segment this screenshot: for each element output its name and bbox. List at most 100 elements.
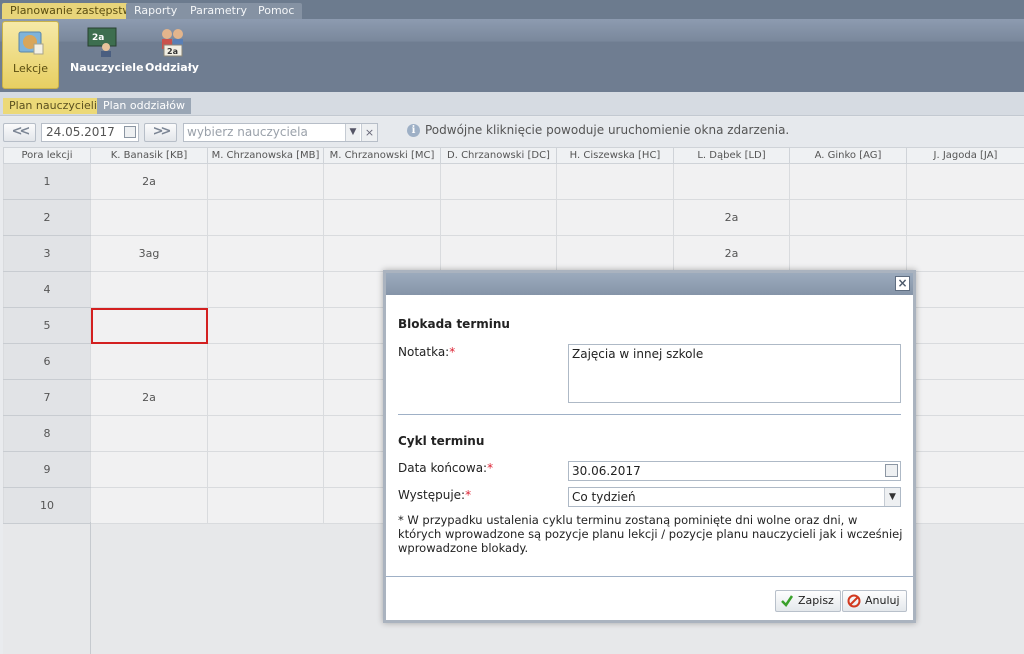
schedule-cell[interactable] [90, 271, 208, 308]
tab-plan-oddzialow[interactable]: Plan oddziałów [97, 98, 192, 114]
schedule-cell[interactable]: 3ag [90, 235, 208, 272]
schedule-cell[interactable] [207, 343, 324, 380]
lesson-period-cell: 5 [3, 307, 91, 344]
lesson-period-cell: 9 [3, 451, 91, 488]
schedule-cell[interactable] [440, 199, 557, 236]
block-section-title: Blokada terminu [398, 317, 510, 331]
chevron-down-icon[interactable]: ▼ [345, 124, 360, 141]
schedule-cell[interactable] [323, 199, 441, 236]
teachers-label: Nauczyciele [70, 61, 144, 74]
required-mark: * [449, 345, 456, 359]
column-header[interactable]: M. Chrzanowska [MB] [207, 147, 324, 164]
schedule-cell[interactable] [207, 271, 324, 308]
schedule-cell[interactable] [556, 163, 674, 200]
schedule-cell[interactable] [323, 163, 441, 200]
cancel-icon [847, 594, 861, 608]
dialog-header: × [386, 273, 913, 295]
schedule-cell[interactable] [556, 199, 674, 236]
schedule-cell[interactable] [440, 163, 557, 200]
schedule-cell[interactable] [90, 415, 208, 452]
schedule-cell[interactable] [90, 487, 208, 524]
schedule-cell[interactable] [556, 235, 674, 272]
schedule-cell[interactable] [90, 307, 208, 344]
previous-date-button[interactable]: << [3, 123, 36, 142]
calendar-icon[interactable] [124, 126, 136, 138]
close-icon[interactable]: × [895, 276, 910, 291]
schedule-cell[interactable] [207, 415, 324, 452]
tab-plan-nauczycieli[interactable]: Plan nauczycieli [3, 98, 103, 114]
classes-label: Oddziały [145, 61, 199, 74]
lesson-period-cell: 2 [3, 199, 91, 236]
date-value: 24.05.2017 [46, 125, 115, 139]
note-textarea[interactable]: Zajęcia w innej szkole [568, 344, 901, 403]
schedule-cell[interactable] [207, 487, 324, 524]
column-header[interactable]: K. Banasik [KB] [90, 147, 208, 164]
table-row: 3 3ag 2a [3, 235, 1024, 272]
tab-parametry[interactable]: Parametry [182, 3, 255, 19]
column-header[interactable]: A. Ginko [AG] [789, 147, 907, 164]
lessons-icon [15, 26, 47, 58]
schedule-cell[interactable] [906, 235, 1024, 272]
column-header[interactable]: H. Ciszewska [HC] [556, 147, 674, 164]
schedule-cell[interactable] [90, 343, 208, 380]
schedule-cell[interactable] [207, 379, 324, 416]
schedule-cell[interactable] [440, 235, 557, 272]
view-tabs: Plan nauczycieli Plan oddziałów [0, 92, 1024, 116]
schedule-cell[interactable] [789, 163, 907, 200]
schedule-cell[interactable] [207, 235, 324, 272]
tab-planowanie-zastepstw[interactable]: Planowanie zastępstw [2, 3, 140, 19]
schedule-cell[interactable] [906, 307, 1024, 344]
chevron-down-icon[interactable]: ▼ [884, 488, 900, 506]
schedule-cell[interactable] [906, 451, 1024, 488]
schedule-cell[interactable] [207, 451, 324, 488]
schedule-cell[interactable] [906, 379, 1024, 416]
clear-icon[interactable]: × [361, 124, 377, 141]
tab-pomoc[interactable]: Pomoc [250, 3, 303, 19]
table-header-row: Pora lekcji K. Banasik [KB] M. Chrzanows… [3, 147, 1024, 164]
schedule-cell[interactable] [207, 199, 324, 236]
lesson-period-cell: 8 [3, 415, 91, 452]
schedule-cell[interactable] [673, 163, 790, 200]
schedule-cell[interactable] [323, 235, 441, 272]
cancel-button[interactable]: Anuluj [842, 590, 907, 612]
teachers-button[interactable]: 2a Nauczyciele [70, 21, 144, 89]
lessons-button[interactable]: Lekcje [2, 21, 59, 89]
table-row: 2 2a [3, 199, 1024, 236]
schedule-cell[interactable] [207, 307, 324, 344]
classes-button[interactable]: 2a Oddziały [144, 21, 200, 89]
schedule-cell[interactable] [906, 343, 1024, 380]
schedule-cell[interactable]: 2a [673, 235, 790, 272]
schedule-cell[interactable] [207, 163, 324, 200]
calendar-icon[interactable] [885, 464, 898, 477]
schedule-cell[interactable] [90, 451, 208, 488]
schedule-cell[interactable] [789, 199, 907, 236]
next-date-button[interactable]: >> [144, 123, 177, 142]
schedule-cell[interactable] [906, 271, 1024, 308]
column-header[interactable]: M. Chrzanowski [MC] [323, 147, 441, 164]
classes-icon: 2a [156, 25, 188, 57]
schedule-cell[interactable]: 2a [673, 199, 790, 236]
occurs-select[interactable]: Co tydzień ▼ [568, 487, 901, 507]
schedule-cell[interactable] [906, 199, 1024, 236]
schedule-cell[interactable]: 2a [90, 163, 208, 200]
top-tabs-bar: Planowanie zastępstw Raporty Parametry P… [0, 0, 1024, 19]
schedule-cell[interactable] [789, 235, 907, 272]
tab-raporty[interactable]: Raporty [126, 3, 186, 19]
teacher-select[interactable]: wybierz nauczyciela ▼ × [183, 123, 378, 142]
ribbon-toolbar: Lekcje 2a Nauczyciele 2a Oddziały [0, 19, 1024, 92]
schedule-cell[interactable] [90, 199, 208, 236]
end-date-field[interactable]: 30.06.2017 [568, 461, 901, 481]
column-header[interactable]: L. Dąbek [LD] [673, 147, 790, 164]
column-header[interactable]: J. Jagoda [JA] [906, 147, 1024, 164]
lessons-label: Lekcje [13, 62, 48, 75]
column-header[interactable]: D. Chrzanowski [DC] [440, 147, 557, 164]
date-field[interactable]: 24.05.2017 [41, 123, 139, 142]
schedule-cell[interactable] [906, 415, 1024, 452]
save-button[interactable]: Zapisz [775, 590, 841, 612]
schedule-cell[interactable] [906, 163, 1024, 200]
occurs-label: Występuje:* [398, 488, 471, 502]
info-message: Podwójne kliknięcie powoduje uruchomieni… [425, 123, 790, 137]
schedule-cell[interactable]: 2a [90, 379, 208, 416]
end-date-label: Data końcowa:* [398, 461, 493, 475]
schedule-cell[interactable] [906, 487, 1024, 524]
